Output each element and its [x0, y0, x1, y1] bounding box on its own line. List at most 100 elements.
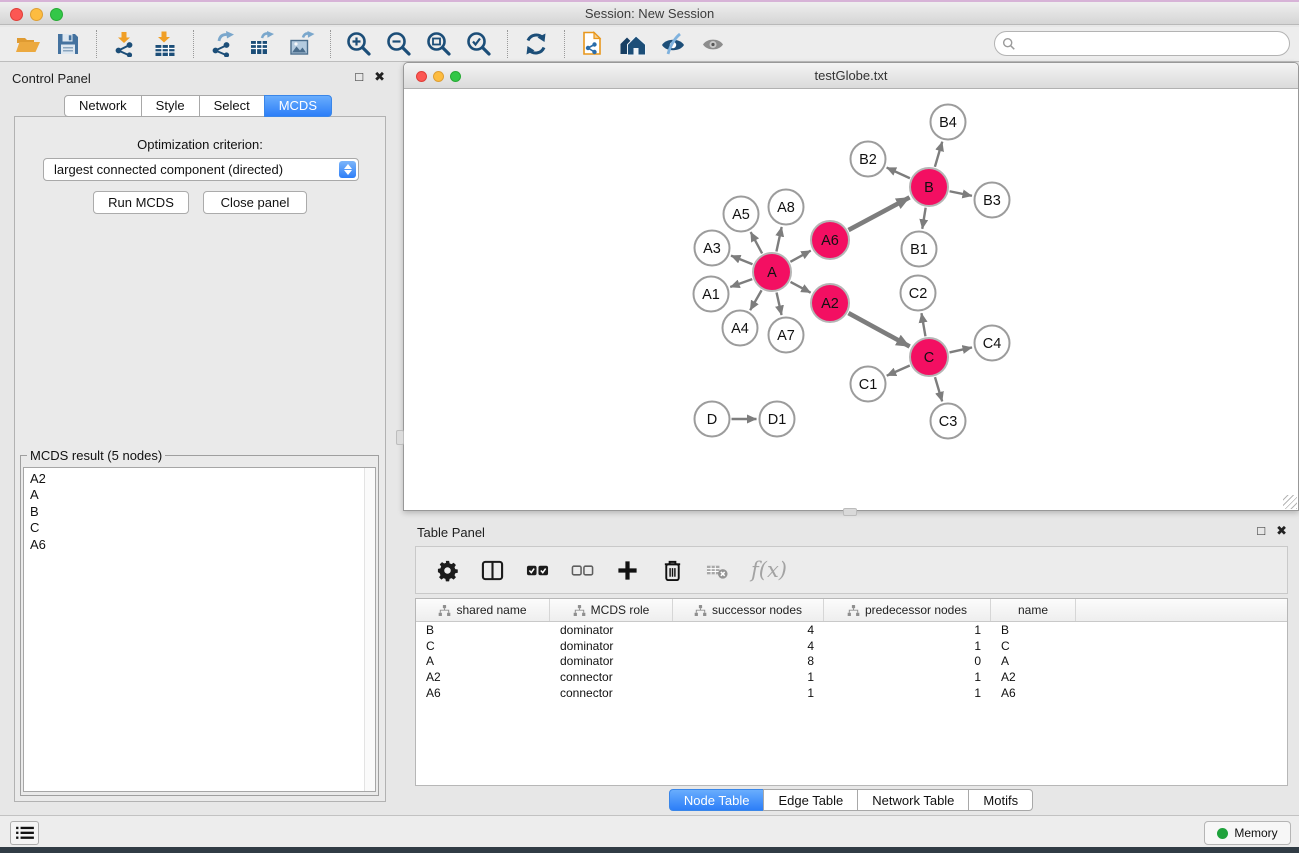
result-item[interactable]: A2 — [30, 471, 375, 487]
criterion-dropdown[interactable]: largest connected component (directed) — [43, 158, 359, 181]
open-session-button[interactable] — [8, 28, 48, 60]
edge-A-A3[interactable] — [731, 256, 752, 265]
result-item[interactable]: C — [30, 520, 375, 536]
column-header-predecessor-nodes[interactable]: predecessor nodes — [824, 599, 991, 621]
network-window-title: testGlobe.txt — [404, 68, 1298, 83]
export-table-button[interactable] — [242, 28, 282, 60]
float-table-panel-icon[interactable]: □ — [1257, 523, 1265, 539]
edge-C-C3[interactable] — [935, 377, 942, 401]
column-header-name[interactable]: name — [991, 599, 1076, 621]
edge-A6-B[interactable] — [849, 197, 910, 230]
edge-A-A5[interactable] — [751, 232, 762, 253]
status-bar: Memory — [0, 815, 1299, 847]
tab-mcds[interactable]: MCDS — [264, 95, 332, 117]
column-view-button[interactable] — [477, 555, 507, 585]
save-session-button[interactable] — [48, 28, 88, 60]
import-table-button[interactable] — [145, 28, 185, 60]
edge-B-B4[interactable] — [935, 142, 942, 167]
column-label: name — [1018, 603, 1048, 617]
edge-A-A7[interactable] — [777, 292, 782, 314]
vertical-splitter-grip[interactable] — [396, 430, 404, 445]
zoom-fit-button[interactable] — [419, 28, 459, 60]
edge-B-B3[interactable] — [950, 191, 972, 196]
zoom-out-button[interactable] — [379, 28, 419, 60]
search-input[interactable] — [1016, 34, 1289, 54]
tab-network[interactable]: Network — [64, 95, 142, 117]
graph-node-label: A4 — [731, 321, 749, 337]
graph-node-label: A7 — [777, 328, 795, 344]
close-table-panel-icon[interactable]: ✖ — [1276, 523, 1287, 539]
tab-edge-table[interactable]: Edge Table — [763, 789, 858, 811]
task-history-button[interactable] — [10, 821, 39, 845]
tab-style[interactable]: Style — [141, 95, 200, 117]
tab-motifs[interactable]: Motifs — [968, 789, 1033, 811]
table-row[interactable]: Cdominator41C — [416, 638, 1287, 654]
refresh-button[interactable] — [516, 28, 556, 60]
result-scrollbar[interactable] — [364, 468, 375, 791]
float-panel-icon[interactable]: □ — [355, 69, 363, 85]
app-titlebar: Session: New Session — [0, 0, 1299, 25]
zoom-in-icon — [346, 31, 372, 57]
add-row-button[interactable] — [612, 555, 642, 585]
close-panel-button[interactable]: Close panel — [203, 191, 307, 214]
network-canvas[interactable]: B4B2BB3A8A5A6A3B1AC2A1A2A4A7C4CC1DD1C3 — [404, 90, 1298, 510]
table-row[interactable]: A6connector11A6 — [416, 685, 1287, 701]
network-window-titlebar[interactable]: testGlobe.txt — [404, 63, 1298, 89]
horizontal-splitter-grip[interactable] — [843, 508, 857, 516]
edge-A2-C[interactable] — [848, 313, 909, 346]
settings-button[interactable] — [432, 555, 462, 585]
table-panel-tabs: Node TableEdge TableNetwork TableMotifs — [403, 789, 1299, 811]
column-header-shared-name[interactable]: shared name — [416, 599, 550, 621]
edge-A-A6[interactable] — [790, 251, 810, 262]
cell-shared-name: A6 — [416, 686, 550, 700]
cell-predecessor-nodes: 1 — [824, 686, 991, 700]
edge-A-A8[interactable] — [776, 227, 781, 251]
result-item[interactable]: A — [30, 487, 375, 503]
tab-select[interactable]: Select — [199, 95, 265, 117]
edge-B-B2[interactable] — [887, 168, 910, 179]
export-image-button[interactable] — [282, 28, 322, 60]
close-panel-icon[interactable]: ✖ — [374, 69, 385, 85]
cell-shared-name: C — [416, 639, 550, 653]
result-item[interactable]: B — [30, 504, 375, 520]
tab-network-table[interactable]: Network Table — [857, 789, 969, 811]
cell-successor-nodes: 4 — [673, 623, 824, 637]
delete-row-button[interactable] — [657, 555, 687, 585]
cell-MCDS-role: connector — [550, 670, 673, 684]
deselect-all-button[interactable] — [567, 555, 597, 585]
node-table: shared nameMCDS rolesuccessor nodesprede… — [415, 598, 1288, 786]
toolbar-separator — [507, 30, 508, 58]
table-row[interactable]: A2connector11A2 — [416, 669, 1287, 685]
hide-panel-button[interactable] — [653, 28, 693, 60]
zoom-in-button[interactable] — [339, 28, 379, 60]
dropdown-stepper-icon — [339, 161, 356, 178]
table-row[interactable]: Bdominator41B — [416, 622, 1287, 638]
column-header-successor-nodes[interactable]: successor nodes — [673, 599, 824, 621]
import-network-button[interactable] — [105, 28, 145, 60]
manage-networks-icon — [580, 31, 606, 57]
edge-A-A2[interactable] — [791, 282, 811, 293]
edge-A-A4[interactable] — [750, 290, 761, 310]
tab-node-table[interactable]: Node Table — [669, 789, 765, 811]
search-field[interactable] — [994, 31, 1290, 56]
edge-C-C2[interactable] — [921, 313, 925, 336]
run-mcds-button[interactable]: Run MCDS — [93, 191, 189, 214]
home-button[interactable] — [613, 28, 653, 60]
memory-button[interactable]: Memory — [1204, 821, 1291, 845]
edge-C-C4[interactable] — [949, 347, 971, 352]
select-all-button[interactable] — [522, 555, 552, 585]
window-resize-grip[interactable] — [1283, 495, 1297, 509]
manage-networks-button[interactable] — [573, 28, 613, 60]
column-header-MCDS-role[interactable]: MCDS role — [550, 599, 673, 621]
show-panel-button[interactable] — [693, 28, 733, 60]
edge-A-A1[interactable] — [730, 279, 752, 287]
export-network-icon — [209, 31, 235, 57]
result-item[interactable]: A6 — [30, 537, 375, 553]
cell-successor-nodes: 1 — [673, 670, 824, 684]
edge-B-B1[interactable] — [922, 208, 925, 229]
zoom-selected-button[interactable] — [459, 28, 499, 60]
table-row[interactable]: Adominator80A — [416, 654, 1287, 670]
export-network-button[interactable] — [202, 28, 242, 60]
edge-C-C1[interactable] — [887, 365, 910, 375]
mcds-result-list[interactable]: A2ABCA6 — [23, 467, 376, 792]
